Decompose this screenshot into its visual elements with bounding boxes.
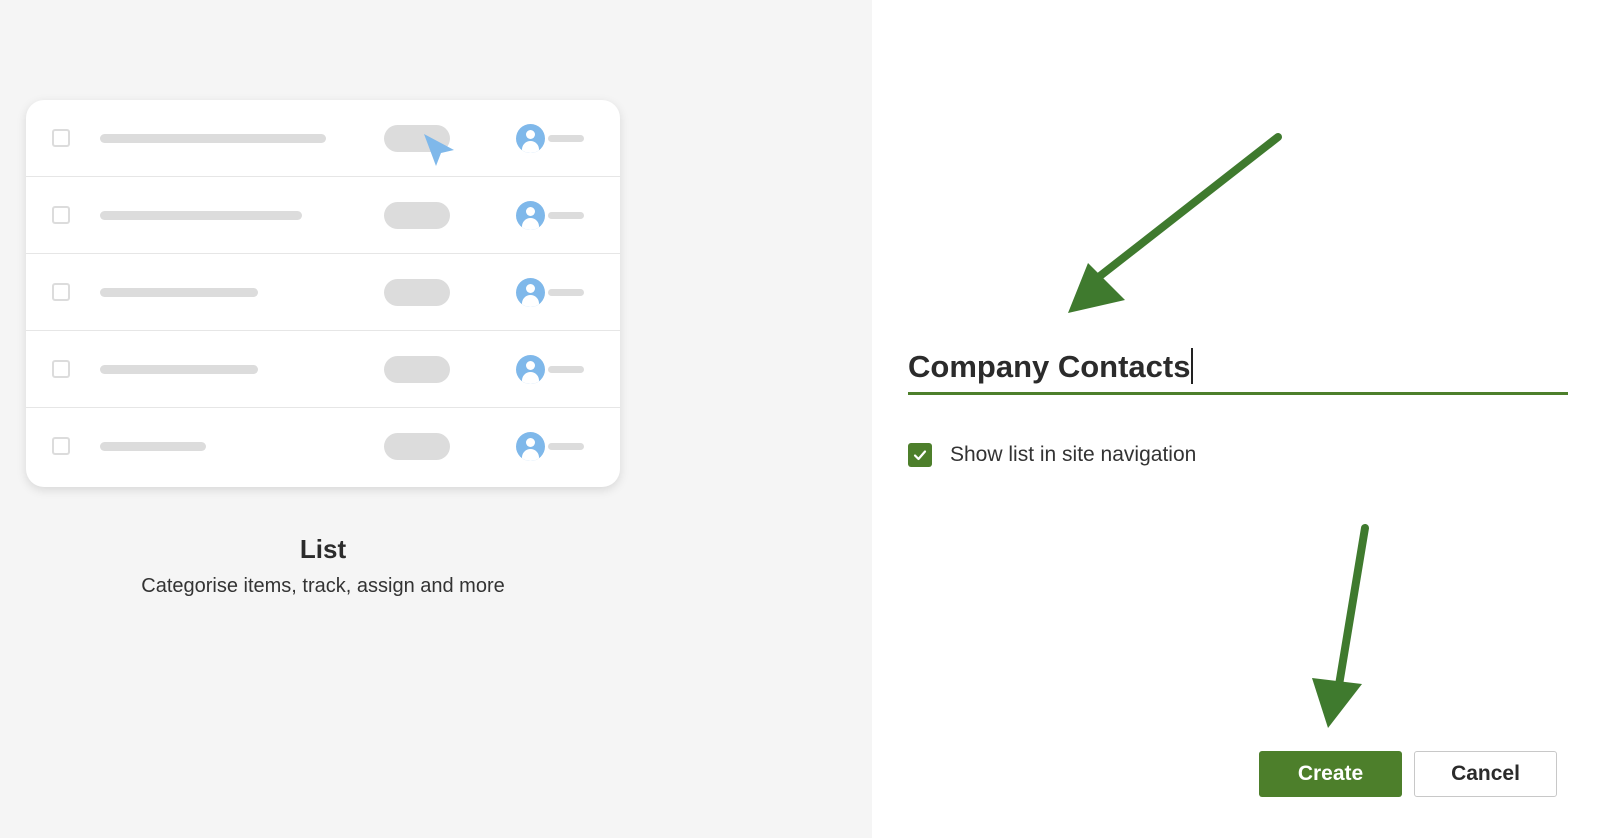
placeholder-line <box>100 442 206 451</box>
placeholder-line <box>548 443 584 450</box>
create-button[interactable]: Create <box>1259 751 1402 797</box>
list-name-value: Company Contacts <box>908 349 1191 384</box>
preview-row <box>26 100 620 177</box>
text-caret <box>1191 348 1194 384</box>
placeholder-line <box>548 289 584 296</box>
preview-row <box>26 331 620 408</box>
checkbox-icon <box>52 360 70 378</box>
checkbox-icon <box>52 437 70 455</box>
status-pill-placeholder <box>384 433 450 460</box>
create-list-form: Company Contacts Show list in site navig… <box>872 0 1600 838</box>
list-name-input[interactable]: Company Contacts <box>908 348 1194 386</box>
template-title: List <box>299 534 347 564</box>
status-pill-placeholder <box>384 279 450 306</box>
person-icon <box>516 355 545 384</box>
preview-row <box>26 177 620 254</box>
preview-row <box>26 254 620 331</box>
list-preview-card <box>26 100 620 487</box>
placeholder-line <box>100 134 326 143</box>
checkbox-icon <box>52 129 70 147</box>
checkbox-icon <box>52 283 70 301</box>
checkmark-icon <box>913 450 927 461</box>
show-in-navigation-label[interactable]: Show list in site navigation <box>950 443 1196 467</box>
status-pill-placeholder <box>384 356 450 383</box>
placeholder-line <box>548 366 584 373</box>
template-description: Categorise items, track, assign and more <box>141 575 505 597</box>
person-icon <box>516 124 545 153</box>
cancel-button[interactable]: Cancel <box>1414 751 1557 797</box>
person-icon <box>516 432 545 461</box>
checkbox-icon <box>52 206 70 224</box>
placeholder-line <box>100 288 258 297</box>
status-pill-placeholder <box>384 202 450 229</box>
person-icon <box>516 278 545 307</box>
cursor-icon <box>424 134 454 166</box>
list-name-field[interactable]: Company Contacts <box>908 344 1568 395</box>
preview-row <box>26 408 620 485</box>
template-preview-pane: List Categorise items, track, assign and… <box>0 0 872 838</box>
placeholder-line <box>548 135 584 142</box>
placeholder-line <box>548 212 584 219</box>
person-icon <box>516 201 545 230</box>
placeholder-line <box>100 211 302 220</box>
placeholder-line <box>100 365 258 374</box>
show-in-navigation-checkbox[interactable] <box>908 443 932 467</box>
